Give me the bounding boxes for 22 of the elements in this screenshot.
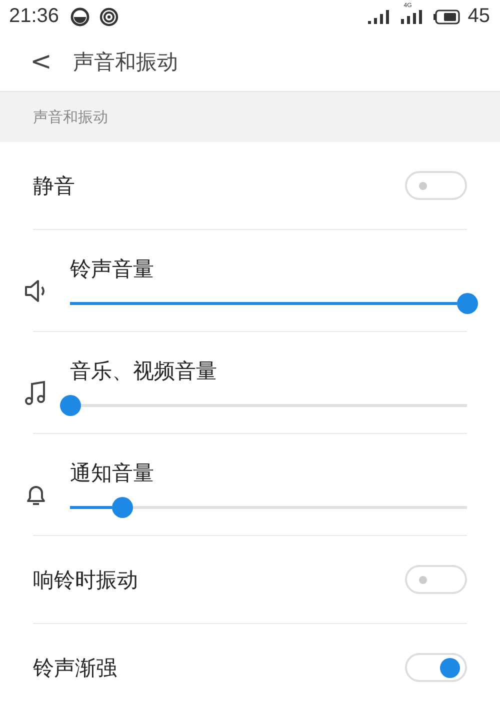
page-title: 声音和振动 (73, 49, 178, 76)
setting-label: 静音 (33, 172, 75, 200)
toggle-switch[interactable] (405, 653, 467, 682)
slider-thumb[interactable] (112, 497, 133, 518)
back-button[interactable]: < (26, 47, 56, 77)
setting-label: 响铃时振动 (33, 566, 138, 594)
slider-thumb[interactable] (60, 395, 81, 416)
signal-icon (400, 8, 424, 24)
slider-label: 通知音量 (70, 460, 155, 487)
setting-label: 铃声渐强 (33, 654, 117, 682)
signal-icon (366, 8, 391, 24)
toggle-switch[interactable] (405, 565, 467, 594)
section-label: 声音和振动 (33, 108, 108, 126)
half-circle-icon (70, 6, 90, 26)
toggle-switch[interactable] (405, 171, 467, 200)
slider-label: 铃声音量 (70, 256, 155, 283)
status-time: 21:36 (9, 5, 60, 28)
slider-thumb[interactable] (457, 293, 478, 314)
battery-level: 45 (468, 5, 490, 28)
hotspot-icon (99, 6, 120, 26)
battery-icon (432, 8, 461, 24)
slider-label: 音乐、视频音量 (70, 358, 218, 385)
